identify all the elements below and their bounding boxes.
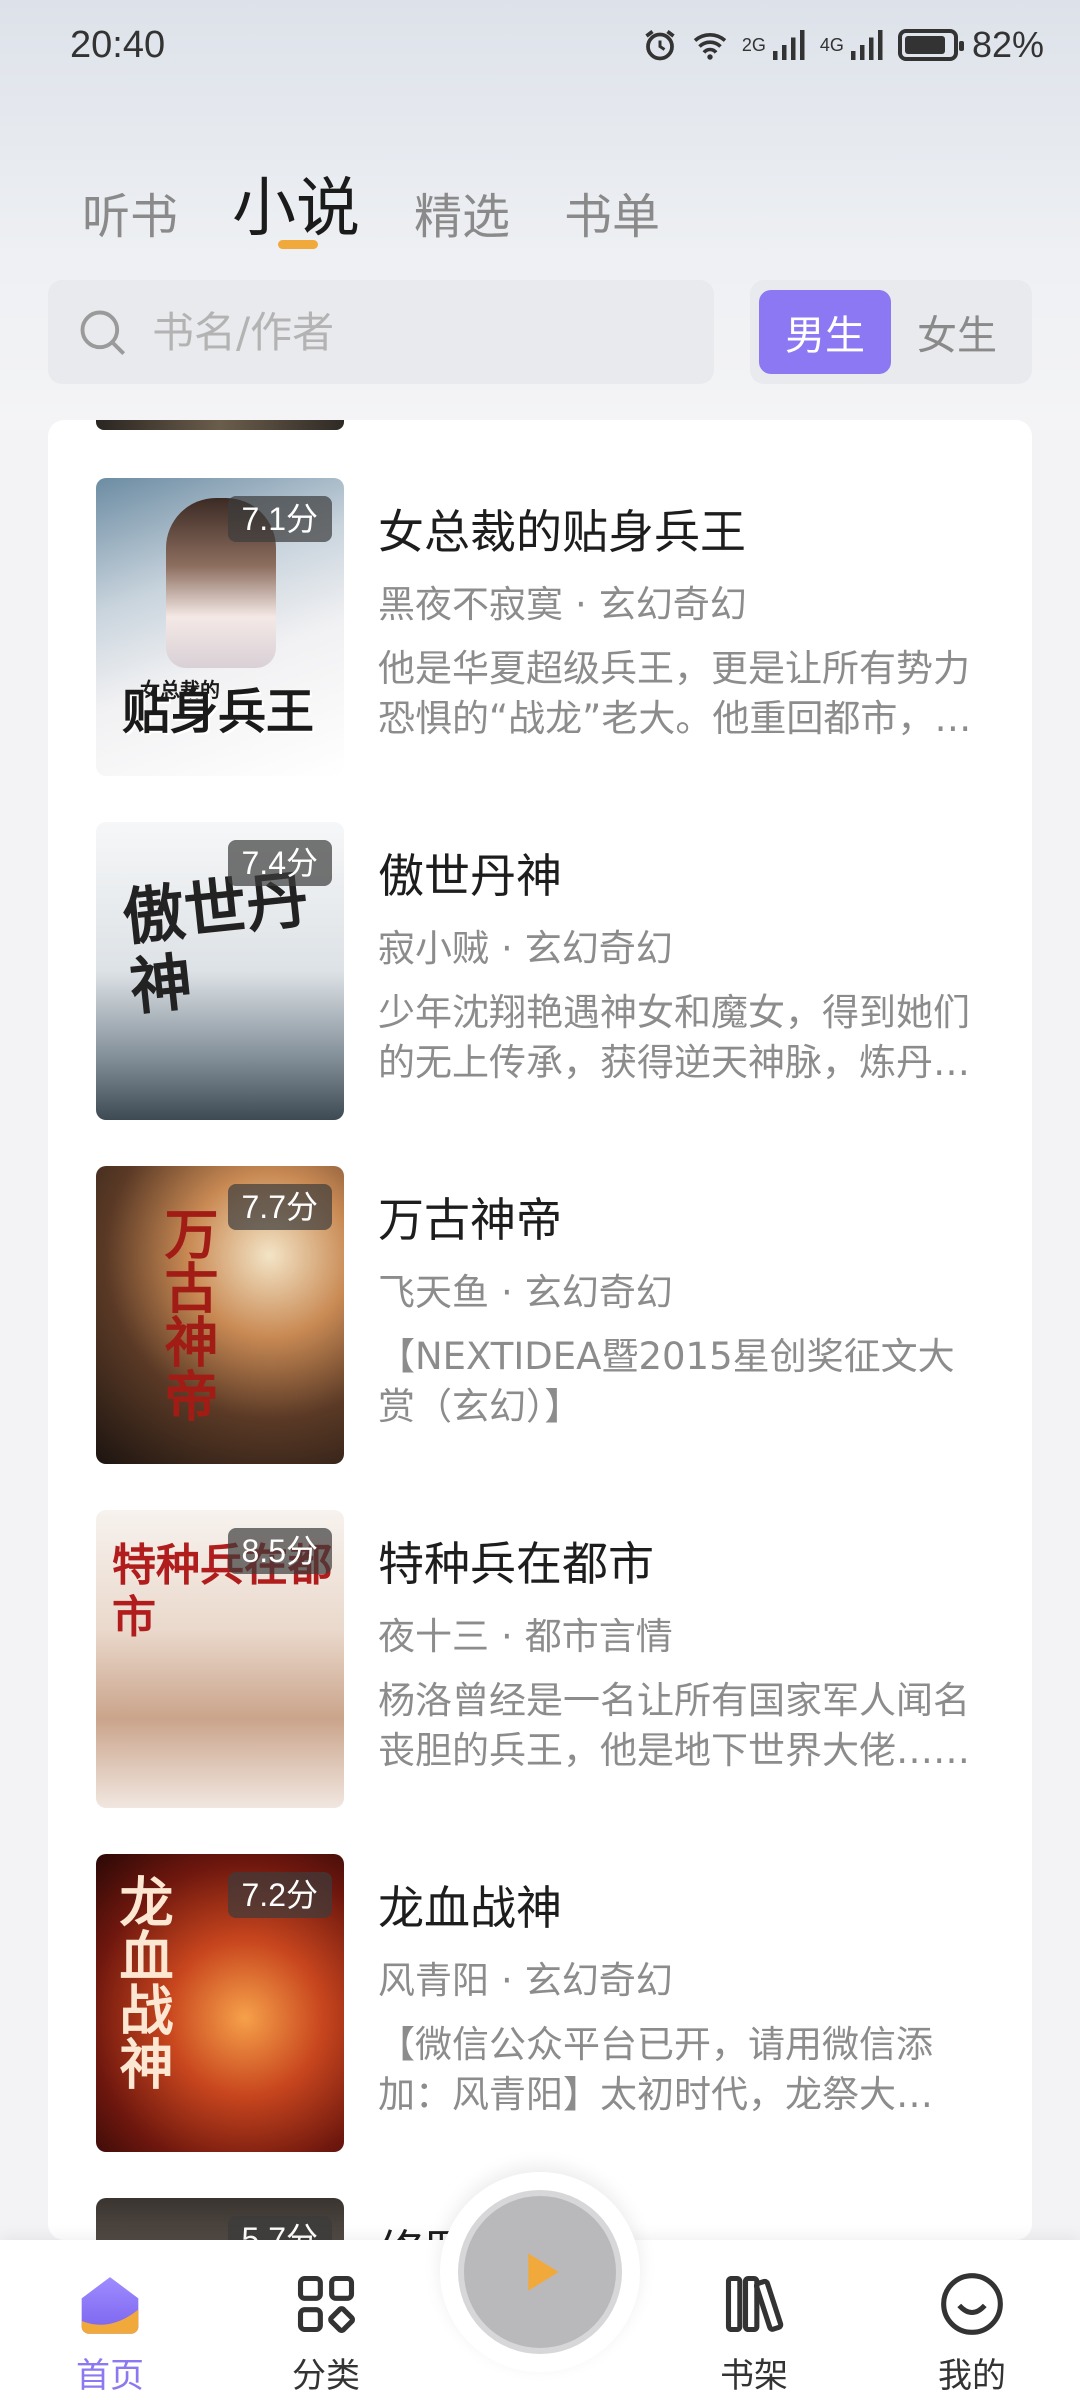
book-list: 女总裁的 贴身兵王 7.1分 女总裁的贴身兵王 黑夜不寂寞 · 玄幻奇幻 他是华夏超… xyxy=(48,420,1032,2240)
book-title: 傲世丹神 xyxy=(378,849,562,903)
smiley-icon xyxy=(941,2273,1003,2335)
score-badge: 7.2分 xyxy=(227,1872,332,1918)
cover-title: 贴身兵王 xyxy=(122,684,315,740)
book-item[interactable]: 万古神帝 7.7分 万古神帝 飞天鱼 · 玄幻奇幻 【NEXTIDEA暨2015星创… xyxy=(96,1166,996,1466)
book-cover: 5.7分 xyxy=(96,2198,344,2240)
book-item[interactable]: 特种兵在都市 8.5分 特种兵在都市 夜十三 · 都市言情 杨洛曾经是一名让所有国家… xyxy=(96,1510,996,1810)
bookshelf-icon xyxy=(725,2275,784,2333)
book-author: 风青阳 xyxy=(378,1959,489,2002)
cover-title: 万古神帝 xyxy=(155,1206,219,1422)
nav-bookshelf[interactable]: 书架 xyxy=(684,2270,824,2397)
search-icon xyxy=(80,310,126,356)
book-cover: 龙血战神 7.2分 xyxy=(96,1854,344,2152)
book-author: 夜十三 xyxy=(378,1615,489,1658)
nav-category-label: 分类 xyxy=(292,2356,360,2396)
search-input[interactable] xyxy=(152,307,672,357)
signal-icon xyxy=(772,30,805,60)
status-icons: 2G 4G 82% xyxy=(642,24,1044,66)
book-desc: 他是华夏超级兵王，更是让所有势力恐惧的“战龙”老大。他重回都市，成为女总裁的贴身… xyxy=(378,647,972,740)
home-icon xyxy=(81,2277,139,2334)
nav-mine-label: 我的 xyxy=(938,2356,1006,2396)
book-title: 女总裁的贴身兵王 xyxy=(378,505,746,559)
book-desc: 少年沈翔艳遇神女和魔女，得到她们的无上传承，获得逆天神脉，炼丹修武…… xyxy=(378,991,970,1084)
nav-home[interactable]: 首页 xyxy=(40,2270,180,2397)
tab-novel[interactable]: 小说 xyxy=(232,168,360,250)
book-cover: 傲世丹神 7.4分 xyxy=(96,822,344,1120)
score-badge: 7.7分 xyxy=(227,1184,332,1230)
book-meta: 风青阳 · 玄幻奇幻 xyxy=(378,1959,673,2002)
battery-percent: 82% xyxy=(971,24,1044,65)
score-badge: 8.5分 xyxy=(227,1528,332,1574)
book-cover-partial xyxy=(96,420,344,430)
cover-title: 龙血战神 xyxy=(110,1874,174,2090)
book-title: 万古神帝 xyxy=(378,1193,562,1247)
tab-featured[interactable]: 精选 xyxy=(414,184,510,250)
tab-booklist[interactable]: 书单 xyxy=(564,184,660,250)
nav-category[interactable]: 分类 xyxy=(256,2270,396,2397)
nav-mine[interactable]: 我的 xyxy=(902,2270,1042,2397)
book-item[interactable]: 龙血战神 7.2分 龙血战神 风青阳 · 玄幻奇幻 【微信公众平台已开，请用微信添加… xyxy=(96,1854,996,2154)
play-button[interactable] xyxy=(458,2190,622,2354)
book-author: 寂小贼 xyxy=(378,927,489,970)
book-category: 玄幻奇幻 xyxy=(524,1271,673,1314)
book-desc: 杨洛曾经是一名让所有国家军人闻名丧胆的兵王，他是地下世界大佬…… xyxy=(378,1679,970,1772)
book-cover: 特种兵在都市 8.5分 xyxy=(96,1510,344,1808)
signal-icon xyxy=(850,30,883,60)
gender-male-button[interactable]: 男生 xyxy=(759,290,891,374)
network-2g-label: 2G xyxy=(741,34,766,55)
book-title: 龙血战神 xyxy=(378,1881,562,1935)
book-meta: 飞天鱼 · 玄幻奇幻 xyxy=(378,1271,673,1314)
book-category: 都市言情 xyxy=(524,1615,673,1658)
gender-female-button[interactable]: 女生 xyxy=(891,290,1023,374)
book-item[interactable]: 傲世丹神 7.4分 傲世丹神 寂小贼 · 玄幻奇幻 少年沈翔艳遇神女和魔女，得到她们… xyxy=(96,822,996,1122)
book-category: 玄幻奇幻 xyxy=(524,927,673,970)
book-cover: 女总裁的 贴身兵王 7.1分 xyxy=(96,478,344,776)
top-tabs: 听书 小说 精选 书单 xyxy=(82,150,714,250)
book-desc: 【微信公众平台已开，请用微信添加：风青阳】太初时代，龙祭大陆…… xyxy=(378,2023,933,2116)
tab-listen[interactable]: 听书 xyxy=(82,184,178,250)
book-desc: 【NEXTIDEA暨2015星创奖征文大赏（玄幻）】 xyxy=(378,1335,955,1428)
gender-toggle: 男生 女生 xyxy=(750,280,1032,384)
status-time: 20:40 xyxy=(70,24,166,66)
wifi-icon xyxy=(693,33,727,60)
score-badge: 5.7分 xyxy=(227,2216,332,2240)
status-bar: 20:40 2G 4G 82% xyxy=(0,0,1080,95)
book-author: 黑夜不寂寞 xyxy=(378,583,563,626)
battery-icon xyxy=(897,29,964,61)
book-meta: 夜十三 · 都市言情 xyxy=(378,1615,673,1658)
book-category: 玄幻奇幻 xyxy=(598,583,747,626)
tab-indicator xyxy=(278,240,318,249)
book-meta: 黑夜不寂寞 · 玄幻奇幻 xyxy=(378,583,747,626)
book-title: 特种兵在都市 xyxy=(378,1537,654,1591)
score-badge: 7.4分 xyxy=(227,840,332,886)
book-category: 玄幻奇幻 xyxy=(524,1959,673,2002)
player-container xyxy=(440,2172,640,2372)
play-icon xyxy=(528,2253,559,2291)
grid-icon xyxy=(297,2275,355,2333)
book-author: 飞天鱼 xyxy=(378,1271,489,1314)
search-bar[interactable] xyxy=(48,280,714,384)
score-badge: 7.1分 xyxy=(227,496,332,542)
book-meta: 寂小贼 · 玄幻奇幻 xyxy=(378,927,673,970)
network-4g-label: 4G xyxy=(819,34,844,55)
nav-home-label: 首页 xyxy=(76,2356,144,2396)
alarm-icon xyxy=(645,30,675,61)
book-cover: 万古神帝 7.7分 xyxy=(96,1166,344,1464)
book-item[interactable]: 女总裁的 贴身兵王 7.1分 女总裁的贴身兵王 黑夜不寂寞 · 玄幻奇幻 他是华夏超… xyxy=(96,478,996,778)
nav-bookshelf-label: 书架 xyxy=(720,2356,788,2396)
